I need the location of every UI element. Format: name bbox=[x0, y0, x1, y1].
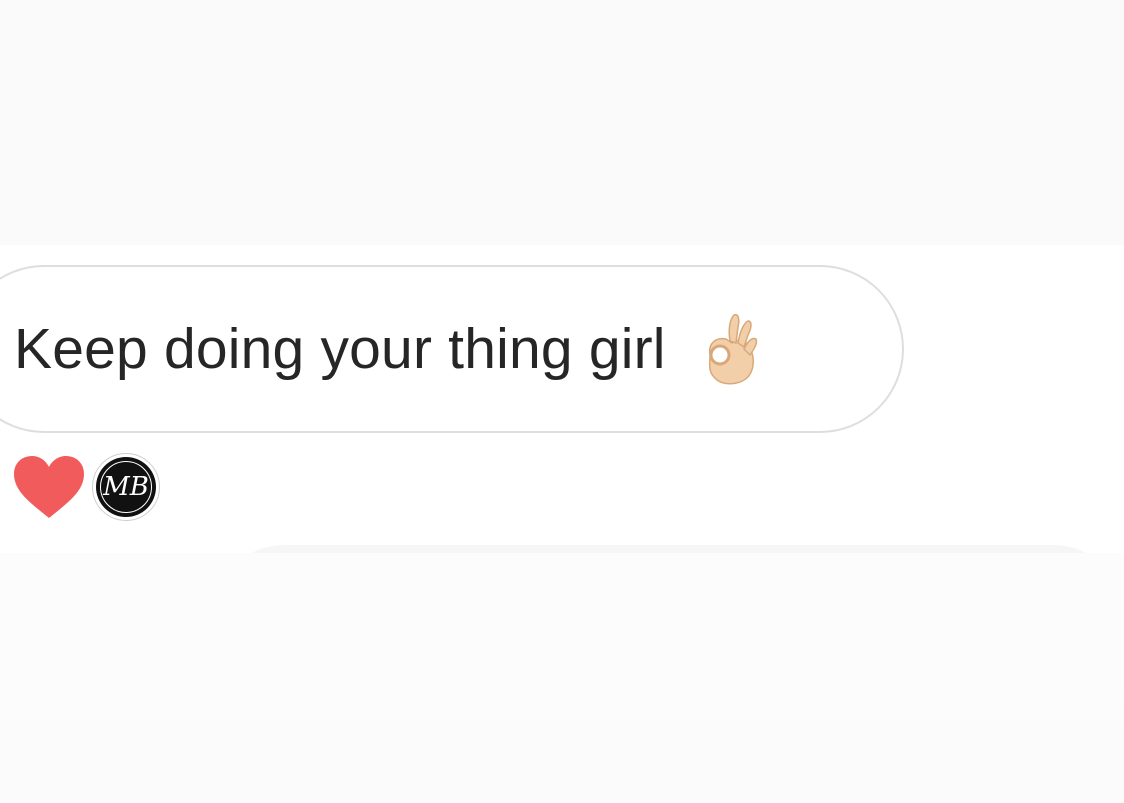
avatar-monogram: MB bbox=[103, 472, 149, 502]
received-message-bubble[interactable]: Keep doing your thing girl bbox=[0, 265, 904, 433]
message-thread[interactable]: Keep doing your thing girl MB bbox=[0, 245, 1124, 803]
composer-area bbox=[0, 553, 1124, 803]
reactor-avatar[interactable]: MB bbox=[92, 453, 160, 521]
heart-icon[interactable] bbox=[12, 454, 86, 520]
ok-hand-icon bbox=[696, 309, 760, 389]
conversation-header-area bbox=[0, 0, 1124, 245]
message-reactions[interactable]: MB bbox=[12, 453, 160, 521]
avatar-logo: MB bbox=[96, 457, 156, 517]
message-text: Keep doing your thing girl bbox=[14, 317, 666, 381]
